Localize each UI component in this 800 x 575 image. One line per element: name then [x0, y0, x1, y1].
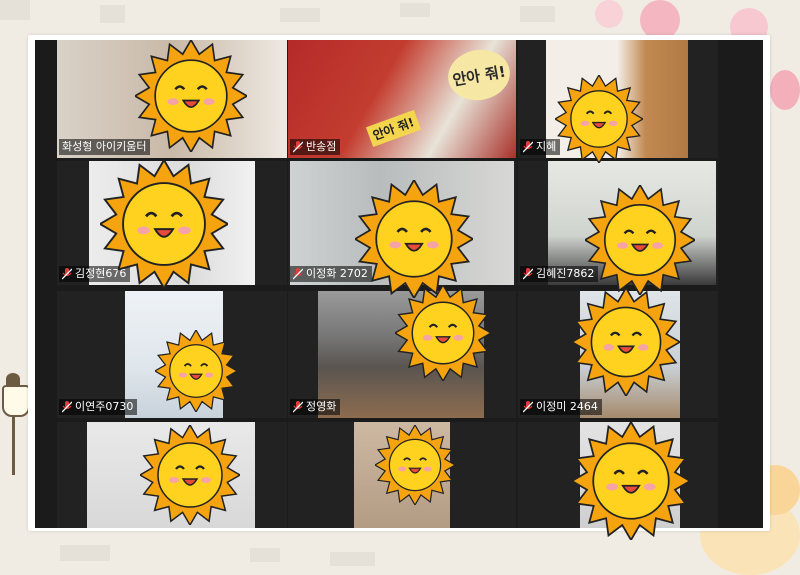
smiling-sun-sticker-icon — [395, 285, 491, 381]
poster-label: 안아 줘! — [365, 109, 421, 148]
deco-square — [60, 545, 110, 561]
smiling-sun-sticker-icon — [355, 180, 473, 298]
smiling-sun-sticker-icon — [135, 40, 247, 152]
street-lamp-icon — [0, 365, 30, 475]
participant-name: 반송점 — [306, 140, 337, 153]
participant-name: 지혜 — [536, 140, 557, 153]
participant-name: 화성형 아이키움터 — [62, 140, 147, 153]
participant-nameplate: 이정미 2464 — [520, 399, 602, 415]
smiling-sun-sticker-icon — [155, 330, 237, 412]
participant-name: 이정미 2464 — [536, 400, 598, 413]
participant-nameplate: 반송점 — [290, 139, 341, 155]
participant-nameplate: 정영화 — [290, 399, 341, 415]
deco-square — [520, 6, 555, 22]
microphone-muted-icon — [523, 401, 533, 413]
poster-speech-bubble: 안아 줘! — [444, 44, 514, 106]
microphone-muted-icon — [293, 401, 303, 413]
poster-text: 안아 줘! — [451, 61, 507, 89]
smiling-sun-sticker-icon — [585, 185, 695, 295]
microphone-muted-icon — [62, 268, 72, 280]
smiling-sun-sticker-icon — [100, 160, 228, 288]
deco-square — [400, 3, 430, 17]
poster-text: 안아 줘! — [371, 115, 417, 143]
smiling-sun-sticker-icon — [375, 425, 455, 505]
participant-nameplate: 이연주0730 — [59, 399, 138, 415]
participant-name: 정영화 — [306, 400, 337, 413]
flower-decor — [640, 0, 680, 40]
deco-square — [100, 5, 125, 23]
participant-tile-2[interactable]: 안아 줘! 안아 줘! 반송점 — [288, 40, 516, 158]
smiling-sun-sticker-icon — [572, 288, 680, 396]
microphone-muted-icon — [293, 141, 303, 153]
participant-name: 이연주0730 — [75, 400, 134, 413]
microphone-muted-icon — [523, 141, 533, 153]
flower-decor — [770, 70, 800, 110]
smiling-sun-sticker-icon — [572, 422, 690, 540]
deco-square — [280, 8, 320, 22]
microphone-muted-icon — [523, 268, 533, 280]
smiling-sun-sticker-icon — [140, 425, 240, 525]
deco-square — [0, 0, 30, 20]
deco-square — [250, 548, 280, 562]
microphone-muted-icon — [62, 401, 72, 413]
flower-decor — [595, 0, 623, 28]
smiling-sun-sticker-icon — [555, 75, 643, 163]
deco-square — [330, 552, 375, 566]
microphone-muted-icon — [293, 268, 303, 280]
